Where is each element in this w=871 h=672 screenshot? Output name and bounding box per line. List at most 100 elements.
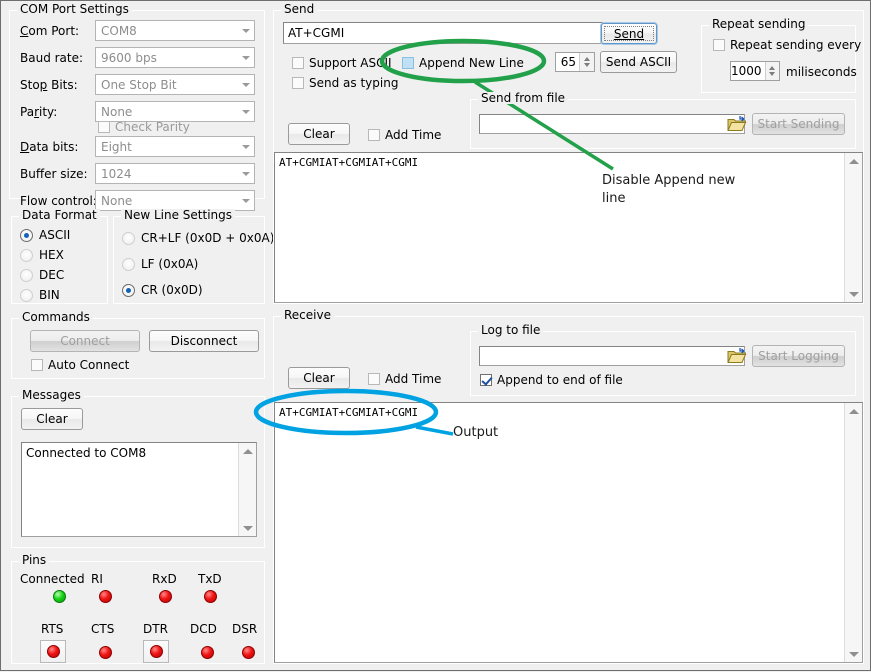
receive-group: Receive Clear Add Time Log to file Start <box>273 316 864 664</box>
com-port-settings-group: COM Port Settings Com Port: COM8 Baud ra… <box>9 10 265 199</box>
send-log-textarea[interactable]: AT+CGMIAT+CGMIAT+CGMI <box>274 152 863 303</box>
green-annotation-text: Disable Append new line <box>602 172 762 208</box>
baud-rate-combo[interactable]: 9600 bps <box>95 47 255 68</box>
clear-label: Clear <box>36 412 67 426</box>
receive-output-text: AT+CGMIAT+CGMIAT+CGMI <box>279 406 842 419</box>
receive-add-time-checkbox[interactable]: Add Time <box>368 372 441 386</box>
radio-newline-crlf[interactable]: CR+LF (0x0D + 0x0A) <box>122 231 274 245</box>
chevron-down-icon <box>237 75 254 94</box>
repeat-unit-label: miliseconds <box>786 65 857 79</box>
pins-group: Pins Connected RI RxD TxD RTS CTS DTR DC… <box>11 561 265 664</box>
receive-clear-button[interactable]: Clear <box>288 367 350 389</box>
pin-led-dtr <box>150 645 163 658</box>
pin-led-connected <box>53 590 66 603</box>
pin-led-txd <box>204 590 217 603</box>
com-port-combo[interactable]: COM8 <box>95 20 255 41</box>
send-group: Send AT+CGMI Send Support ASCII Append N… <box>273 10 864 304</box>
pin-label-dsr: DSR <box>232 622 257 636</box>
send-log-scrollbar[interactable] <box>844 153 862 302</box>
messages-clear-button[interactable]: Clear <box>21 408 83 430</box>
send-file-path-input[interactable] <box>479 114 745 134</box>
ascii-code-spinner[interactable]: 65 <box>555 52 595 72</box>
scroll-down-icon[interactable] <box>239 520 256 536</box>
stop-bits-value: One Stop Bit <box>96 78 237 92</box>
check-parity-checkbox[interactable]: Check Parity <box>98 120 190 134</box>
data-format-group: Data Format ASCII HEX DEC BIN <box>11 216 108 304</box>
scroll-up-icon[interactable] <box>845 153 862 169</box>
append-new-line-label: Append New Line <box>419 56 524 70</box>
radio-newline-lf[interactable]: LF (0x0A) <box>122 257 198 271</box>
receive-scrollbar[interactable] <box>844 403 862 662</box>
send-from-file-group: Send from file Start Sending <box>470 99 856 149</box>
send-as-typing-checkbox[interactable]: Send as typing <box>292 76 398 90</box>
spinner-arrows[interactable] <box>765 62 779 80</box>
support-ascii-checkbox[interactable]: Support ASCII <box>292 56 392 70</box>
checkbox-box <box>98 121 110 133</box>
radio-data-format-bin[interactable]: BIN <box>20 288 60 302</box>
log-to-file-group: Log to file Start Logging Append to end … <box>470 331 856 396</box>
disconnect-button[interactable]: Disconnect <box>149 330 259 352</box>
com-port-value: COM8 <box>96 24 237 38</box>
send-title: Send <box>281 3 317 15</box>
radio-data-format-hex[interactable]: HEX <box>20 248 64 262</box>
scroll-down-icon[interactable] <box>845 286 862 302</box>
send-as-typing-label: Send as typing <box>309 76 398 90</box>
connect-button[interactable]: Connect <box>30 330 140 352</box>
pin-button-rts[interactable] <box>40 640 66 663</box>
send-ascii-button[interactable]: Send ASCII <box>600 51 677 73</box>
flow-control-label: Flow control: <box>20 194 97 208</box>
spinner-arrows[interactable] <box>579 53 594 71</box>
radio-dot <box>20 269 33 282</box>
scroll-down-icon[interactable] <box>845 646 862 662</box>
pin-led-cts <box>99 646 112 659</box>
chevron-down-icon <box>237 191 254 210</box>
append-end-of-file-checkbox[interactable]: Append to end of file <box>480 373 623 387</box>
chevron-down-icon <box>237 102 254 121</box>
scroll-up-icon[interactable] <box>239 443 256 459</box>
send-button[interactable]: Send <box>601 23 657 44</box>
pin-button-dtr[interactable] <box>143 640 169 663</box>
start-logging-button[interactable]: Start Logging <box>752 345 845 367</box>
messages-textarea[interactable]: Connected to COM8 <box>21 442 257 537</box>
ascii-code-value: 65 <box>556 55 579 69</box>
pin-led-rts <box>47 645 60 658</box>
receive-output-textarea[interactable]: AT+CGMIAT+CGMIAT+CGMI <box>274 402 863 663</box>
chevron-down-icon <box>237 137 254 156</box>
buffer-size-combo[interactable]: 1024 <box>95 163 255 184</box>
data-bits-value: Eight <box>96 140 237 154</box>
checkbox-box <box>31 359 43 371</box>
open-folder-icon[interactable] <box>727 347 747 365</box>
radio-label: CR (0x0D) <box>141 283 203 297</box>
radio-newline-cr[interactable]: CR (0x0D) <box>122 283 203 297</box>
send-input[interactable]: AT+CGMI <box>283 22 603 44</box>
parity-combo[interactable]: None <box>95 101 255 122</box>
append-new-line-checkbox[interactable]: Append New Line <box>402 56 524 70</box>
repeat-interval-spinner[interactable]: 1000 <box>730 61 780 81</box>
pin-label-cts: CTS <box>91 622 114 636</box>
log-file-path-input[interactable] <box>479 346 745 366</box>
auto-connect-checkbox[interactable]: Auto Connect <box>31 358 129 372</box>
radio-data-format-ascii[interactable]: ASCII <box>20 228 70 242</box>
baud-rate-label: Baud rate: <box>20 51 83 65</box>
disconnect-label: Disconnect <box>171 334 238 348</box>
data-bits-combo[interactable]: Eight <box>95 136 255 157</box>
messages-scrollbar[interactable] <box>238 443 256 536</box>
send-clear-button[interactable]: Clear <box>288 123 350 145</box>
messages-text: Connected to COM8 <box>26 446 236 460</box>
commands-group: Commands Connect Disconnect Auto Connect <box>11 318 265 379</box>
radio-data-format-dec[interactable]: DEC <box>20 268 64 282</box>
stop-bits-combo[interactable]: One Stop Bit <box>95 74 255 95</box>
pin-label-txd: TxD <box>198 572 222 586</box>
data-format-title: Data Format <box>19 209 100 221</box>
buffer-size-label: Buffer size: <box>20 167 88 181</box>
repeat-sending-checkbox[interactable]: Repeat sending every <box>713 38 861 52</box>
pin-label-dtr: DTR <box>143 622 168 636</box>
open-folder-icon[interactable] <box>727 115 747 133</box>
scroll-up-icon[interactable] <box>845 403 862 419</box>
checkbox-box <box>368 129 380 141</box>
start-sending-button[interactable]: Start Sending <box>752 113 845 135</box>
pin-label-rxd: RxD <box>152 572 177 586</box>
pin-led-dsr <box>242 646 255 659</box>
send-input-value: AT+CGMI <box>284 26 344 40</box>
send-add-time-checkbox[interactable]: Add Time <box>368 128 441 142</box>
